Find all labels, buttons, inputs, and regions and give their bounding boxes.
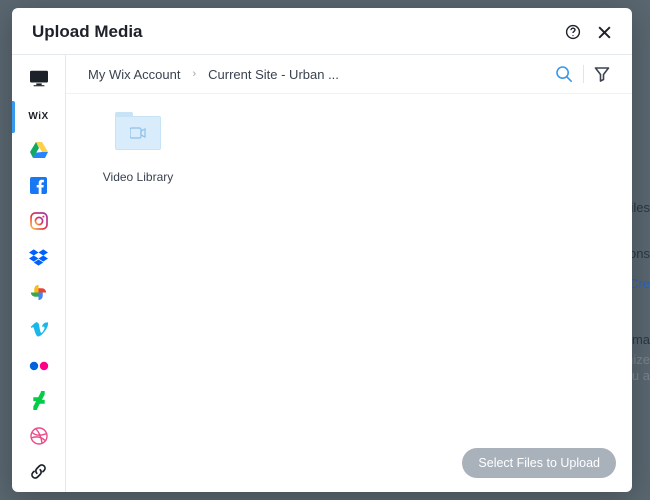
background-text: Cre [629, 274, 650, 294]
upload-media-dialog: Upload Media [12, 8, 632, 492]
main-pane: My Wix Account › Current Site - Urban ..… [66, 55, 632, 492]
dialog-title: Upload Media [32, 22, 143, 42]
toolbar-divider [583, 65, 584, 83]
vimeo-icon [30, 321, 48, 342]
sidebar-item-facebook[interactable] [12, 170, 66, 206]
sidebar-item-instagram[interactable] [12, 206, 66, 242]
sidebar-item-vimeo[interactable] [12, 313, 66, 349]
sidebar-item-google-drive[interactable] [12, 135, 66, 171]
chevron-right-icon: › [192, 68, 196, 80]
folder-video-library[interactable]: Video Library [88, 112, 188, 184]
breadcrumb-root[interactable]: My Wix Account [88, 67, 180, 82]
sidebar-item-deviantart[interactable] [12, 385, 66, 421]
sidebar-item-dropbox[interactable] [12, 242, 66, 278]
google-photos-icon [30, 284, 47, 306]
wix-icon: WiX [28, 111, 48, 122]
content-grid: Video Library [66, 94, 632, 492]
search-icon[interactable] [555, 65, 573, 83]
link-icon [29, 462, 48, 486]
close-icon[interactable] [597, 25, 612, 40]
video-icon [130, 127, 146, 139]
toolbar: My Wix Account › Current Site - Urban ..… [66, 55, 632, 94]
breadcrumb-current[interactable]: Current Site - Urban ... [208, 67, 339, 82]
filter-icon[interactable] [594, 66, 610, 82]
upload-icon [28, 69, 50, 92]
sidebar-item-wix[interactable]: WiX [12, 99, 66, 135]
deviantart-icon [33, 391, 45, 415]
titlebar: Upload Media [12, 8, 632, 55]
sidebar-item-google-photos[interactable] [12, 278, 66, 314]
instagram-icon [30, 212, 48, 235]
dribbble-icon [30, 427, 48, 450]
select-files-button[interactable]: Select Files to Upload [462, 448, 616, 478]
sidebar-item-dribbble[interactable] [12, 421, 66, 457]
background-text: ons [629, 244, 650, 264]
help-icon[interactable] [565, 24, 581, 40]
folder-label: Video Library [88, 170, 188, 184]
flickr-icon [29, 358, 49, 376]
facebook-icon [30, 177, 47, 199]
google-drive-icon [30, 142, 48, 163]
sidebar-item-flickr[interactable] [12, 349, 66, 385]
dropbox-icon [29, 249, 48, 271]
sidebar-item-upload[interactable] [12, 63, 66, 99]
folder-icon [115, 112, 161, 150]
sidebar-item-url[interactable] [12, 456, 66, 492]
source-sidebar: WiX [12, 55, 66, 492]
